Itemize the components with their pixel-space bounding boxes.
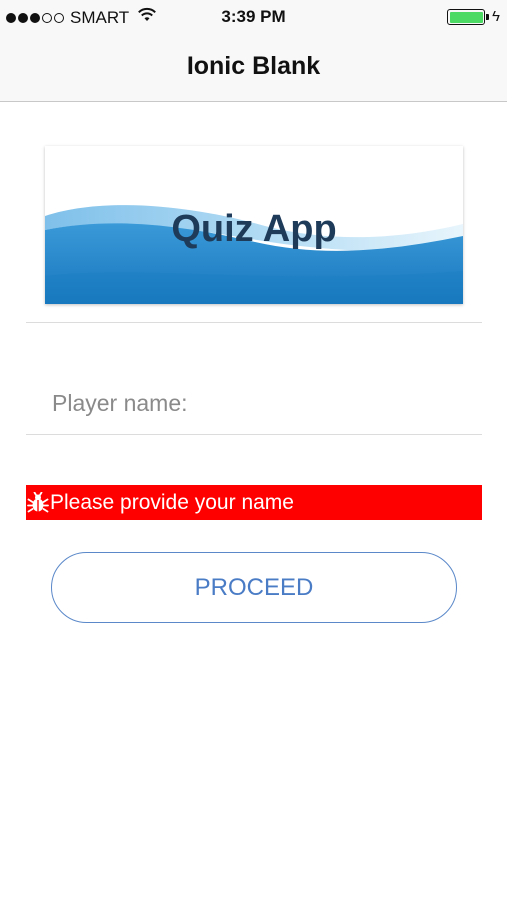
battery-icon — [447, 9, 489, 25]
charging-bolt-icon: ϟ — [492, 8, 500, 25]
error-message: Please provide your name — [26, 485, 482, 520]
page-title: Ionic Blank — [186, 52, 321, 80]
quiz-app-banner: Quiz App — [45, 146, 463, 304]
battery-level — [449, 11, 483, 23]
bug-icon — [26, 491, 50, 515]
proceed-button[interactable]: PROCEED — [51, 552, 457, 623]
banner-title: Quiz App — [171, 208, 337, 250]
divider-bottom — [26, 434, 482, 435]
nav-bar: Ionic Blank — [0, 34, 507, 102]
status-time: 3:39 PM — [221, 7, 286, 26]
error-text: Please provide your name — [50, 490, 294, 514]
status-bar: SMART 3:39 PM ϟ — [0, 0, 507, 34]
player-name-input[interactable] — [26, 372, 482, 434]
divider-top — [26, 322, 482, 323]
